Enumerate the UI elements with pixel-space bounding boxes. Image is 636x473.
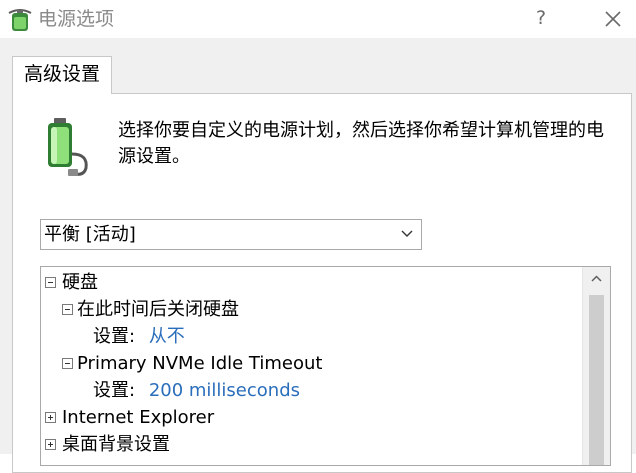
description-text: 选择你要自定义的电源计划，然后选择你希望计算机管理的电源设置。	[118, 120, 604, 167]
tree-item-label: 桌面背景设置	[62, 434, 170, 455]
tree-item-label: 在此时间后关闭硬盘	[77, 299, 239, 320]
scrollbar-thumb[interactable]	[589, 295, 604, 465]
chevron-up-icon[interactable]	[583, 267, 610, 291]
power-plan-value: 平衡 [活动]	[44, 224, 136, 245]
vertical-scrollbar[interactable]	[582, 267, 610, 465]
collapse-icon[interactable]	[62, 358, 73, 369]
tree-item-label: 硬盘	[62, 272, 98, 293]
setting-prefix: 设置:	[93, 326, 136, 347]
settings-tree[interactable]: 硬盘 在此时间后关闭硬盘 设置: 从不 Primary NVMe Idle Ti…	[40, 266, 611, 466]
expand-icon[interactable]	[45, 412, 56, 423]
window-title: 电源选项	[38, 8, 115, 30]
collapse-icon[interactable]	[45, 277, 56, 288]
tree-item-label: Primary NVMe Idle Timeout	[77, 353, 323, 374]
chevron-down-icon	[401, 230, 413, 237]
tree-item-setting[interactable]: 设置: 200 milliseconds	[93, 378, 300, 404]
battery-plug-icon	[48, 118, 88, 176]
tree-item-label: Internet Explorer	[62, 407, 215, 428]
close-icon[interactable]	[600, 6, 626, 32]
setting-value-link[interactable]: 从不	[149, 326, 185, 347]
setting-value-link[interactable]: 200 milliseconds	[149, 380, 300, 401]
tab-advanced-settings[interactable]: 高级设置	[12, 56, 112, 94]
expand-icon[interactable]	[45, 439, 56, 450]
setting-prefix: 设置:	[93, 380, 136, 401]
collapse-icon[interactable]	[62, 304, 73, 315]
power-plan-select[interactable]: 平衡 [活动]	[40, 219, 422, 250]
help-button[interactable]: ?	[528, 4, 554, 32]
power-options-icon	[8, 9, 32, 31]
tree-item-setting[interactable]: 设置: 从不	[93, 324, 185, 350]
title-bar: 电源选项 ?	[0, 0, 636, 38]
